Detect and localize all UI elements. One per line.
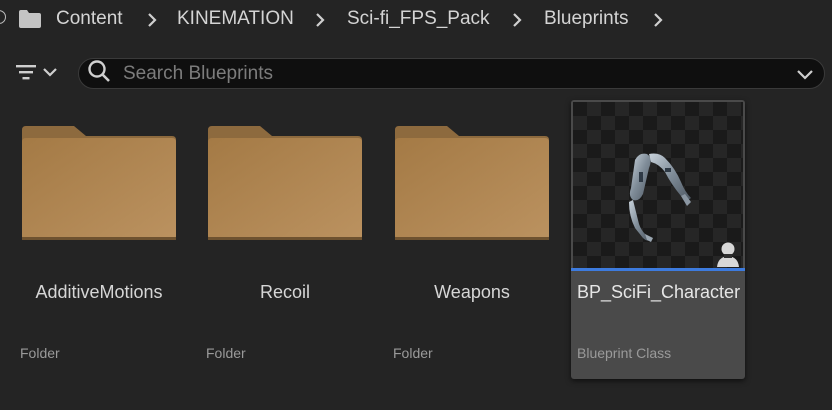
chevron-down-icon — [42, 65, 58, 83]
chevron-right-icon[interactable] — [652, 12, 664, 33]
chevron-right-icon[interactable] — [511, 12, 523, 33]
asset-label: Weapons — [434, 282, 510, 302]
history-icon[interactable] — [0, 10, 6, 24]
asset-thumbnail — [573, 102, 743, 270]
breadcrumb-item-blueprints[interactable]: Blueprints — [544, 8, 629, 30]
filter-icon — [14, 63, 38, 86]
folder-icon — [208, 126, 362, 240]
folder-icon[interactable] — [18, 9, 42, 34]
breadcrumb-item-content[interactable]: Content — [56, 8, 123, 30]
asset-type-color-bar — [571, 268, 745, 271]
asset-tile-folder[interactable]: AdditiveMotions Folder — [12, 100, 186, 379]
asset-type: Folder — [206, 345, 246, 361]
asset-type: Folder — [20, 345, 60, 361]
asset-label: Recoil — [259, 282, 311, 302]
asset-tile-blueprint[interactable]: BP_SciFi_Character Blueprint Class — [571, 100, 745, 379]
breadcrumb: Content KINEMATION Sci-fi_FPS_Pack Bluep… — [0, 0, 832, 38]
breadcrumb-item-kinemation[interactable]: KINEMATION — [177, 8, 294, 30]
folder-icon — [22, 126, 176, 240]
chevron-down-icon[interactable] — [796, 68, 814, 86]
character-class-icon — [717, 242, 739, 267]
chevron-right-icon[interactable] — [314, 12, 326, 33]
asset-tile-folder[interactable]: Weapons Folder — [385, 100, 559, 379]
search-input[interactable] — [121, 61, 785, 86]
breadcrumb-item-scifi-fps-pack[interactable]: Sci-fi_FPS_Pack — [347, 8, 490, 30]
search-icon — [87, 59, 111, 88]
folder-icon — [395, 126, 549, 240]
asset-type: Blueprint Class — [577, 345, 672, 361]
chevron-right-icon[interactable] — [146, 12, 158, 33]
search-box[interactable] — [78, 58, 825, 89]
filter-dropdown-button[interactable] — [14, 61, 66, 87]
asset-label: AdditiveMotions — [35, 282, 163, 302]
asset-tile-folder[interactable]: Recoil Folder — [198, 100, 372, 379]
asset-type: Folder — [393, 345, 433, 361]
asset-label: BP_SciFi_Character — [577, 282, 741, 302]
